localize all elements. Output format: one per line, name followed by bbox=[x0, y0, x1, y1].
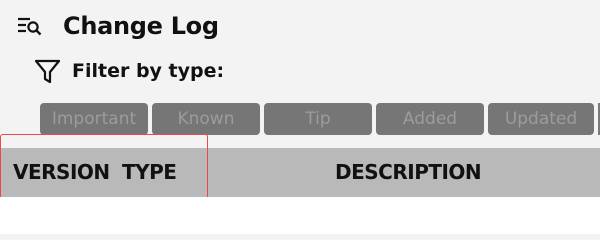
filter-chip-tip[interactable]: Tip bbox=[264, 103, 372, 135]
filter-chip-added[interactable]: Added bbox=[376, 103, 484, 135]
search-list-icon bbox=[17, 15, 43, 37]
funnel-icon bbox=[34, 57, 62, 85]
column-header-description[interactable]: DESCRIPTION bbox=[335, 148, 482, 197]
filter-label: Filter by type: bbox=[72, 60, 225, 82]
page-header: Change Log bbox=[17, 8, 219, 44]
page-title: Change Log bbox=[63, 12, 219, 40]
filter-chip-updated[interactable]: Updated bbox=[488, 103, 594, 135]
filter-chip-important[interactable]: Important bbox=[40, 103, 148, 135]
table-body bbox=[0, 197, 600, 234]
filter-header: Filter by type: bbox=[34, 54, 224, 88]
filter-chip-known[interactable]: Known bbox=[152, 103, 260, 135]
